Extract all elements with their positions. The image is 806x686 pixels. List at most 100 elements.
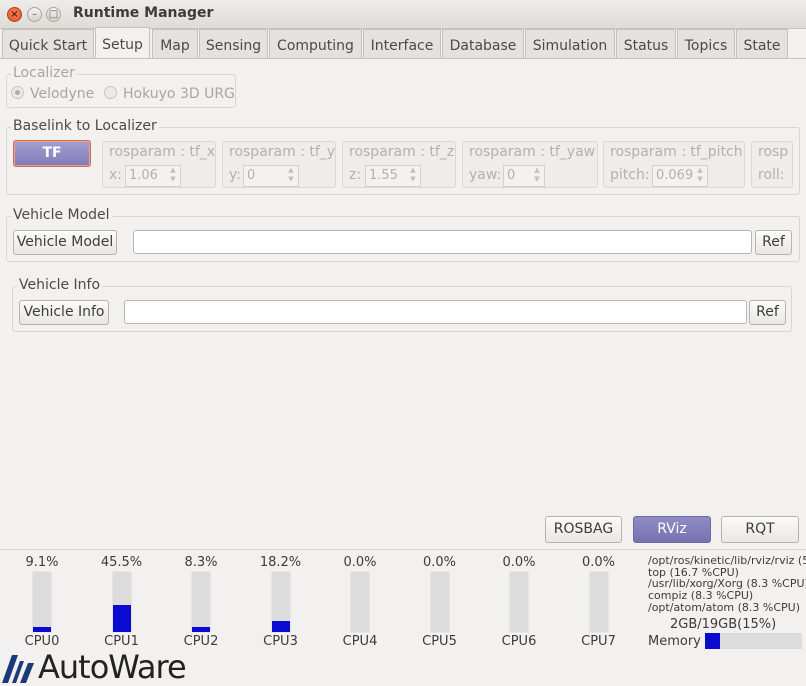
cpu-label: CPU4 <box>342 634 378 649</box>
tab-state[interactable]: State <box>736 29 788 59</box>
cpu-bar <box>509 571 529 633</box>
tf-x-spin[interactable]: 1.06 ▲ ▼ <box>125 165 181 187</box>
vehicle-info-button[interactable]: Vehicle Info <box>19 300 109 325</box>
cpu-label: CPU1 <box>104 634 139 649</box>
radio-hokuyo-label: Hokuyo 3D URG <box>123 86 235 102</box>
cpu-percent: 45.5% <box>100 555 143 570</box>
tf-pitch-sub: pitch: <box>610 167 650 183</box>
spin-arrows-icon[interactable]: ▲ ▼ <box>693 166 707 186</box>
vehicle-model-button[interactable]: Vehicle Model <box>13 230 117 255</box>
cpu-label: CPU3 <box>263 634 298 649</box>
tf-y-spin[interactable]: 0 ▲ ▼ <box>243 165 299 187</box>
memory-label: Memory <box>648 634 701 649</box>
tab-topics[interactable]: Topics <box>677 29 735 59</box>
cpu-bar <box>32 571 52 633</box>
cpu-percent: 18.2% <box>259 555 302 570</box>
tf-pitch-label: rosparam : tf_pitch <box>610 144 743 160</box>
tf-yaw-sub: yaw: <box>469 167 502 183</box>
close-window-button[interactable]: × <box>7 7 22 22</box>
rviz-button[interactable]: RViz <box>633 516 711 543</box>
tab-computing[interactable]: Computing <box>269 29 362 59</box>
cpu-percent: 0.0% <box>502 555 536 570</box>
tab-simulation[interactable]: Simulation <box>525 29 615 59</box>
rosbag-button[interactable]: ROSBAG <box>545 516 622 543</box>
cpu-bar <box>350 571 370 633</box>
cpu-label: CPU7 <box>581 634 616 649</box>
spin-arrows-icon[interactable]: ▲ ▼ <box>406 166 420 186</box>
tf-x-value: 1.06 <box>129 168 158 183</box>
radio-hokuyo[interactable]: Hokuyo 3D URG <box>104 86 235 102</box>
tf-pitch-spin[interactable]: 0.069 ▲ ▼ <box>652 165 708 187</box>
baselink-title: Baselink to Localizer <box>11 118 159 134</box>
tab-interface[interactable]: Interface <box>363 29 441 59</box>
radio-unselected-indicator <box>104 86 117 99</box>
cpu-bar-fill <box>33 627 51 632</box>
tab-panel-border <box>0 58 806 59</box>
tf-z-spin[interactable]: 1.55 ▲ ▼ <box>365 165 421 187</box>
autoware-logo-icon <box>2 655 34 683</box>
memory-summary: 2GB/19GB(15%) <box>670 617 777 632</box>
tab-status[interactable]: Status <box>616 29 676 59</box>
maximize-window-button[interactable]: □ <box>46 7 61 22</box>
radio-velodyne-label: Velodyne <box>30 86 95 102</box>
vehicle-info-path-input[interactable] <box>124 300 747 324</box>
tf-z-sub: z: <box>349 167 362 183</box>
tf-y-value: 0 <box>247 168 256 183</box>
tab-quick-start[interactable]: Quick Start <box>2 29 94 59</box>
radio-selected-indicator <box>11 86 24 99</box>
cpu-percent: 0.0% <box>422 555 457 570</box>
tf-yaw-label: rosparam : tf_yaw <box>469 144 596 160</box>
memory-bar-fill <box>705 633 720 649</box>
cpu-percent: 9.1% <box>25 555 59 570</box>
vehicle-info-ref-button[interactable]: Ref <box>749 300 786 325</box>
vehicle-info-title: Vehicle Info <box>17 277 103 293</box>
tf-x-param: rosparam : tf_x x: 1.06 ▲ ▼ <box>102 141 216 188</box>
cpu-bar <box>429 571 450 633</box>
tab-database[interactable]: Database <box>442 29 524 59</box>
tf-yaw-value: 0 <box>507 168 516 183</box>
spin-arrows-icon[interactable]: ▲ ▼ <box>166 166 180 186</box>
spin-arrows-icon[interactable]: ▲ ▼ <box>530 166 544 186</box>
tab-setup[interactable]: Setup <box>95 27 150 59</box>
rqt-button[interactable]: RQT <box>721 516 799 543</box>
tf-z-value: 1.55 <box>369 168 398 183</box>
vehicle-model-ref-button[interactable]: Ref <box>755 230 792 255</box>
cpu-label: CPU6 <box>501 634 537 649</box>
radio-velodyne[interactable]: Velodyne <box>11 86 94 102</box>
cpu-bar <box>588 571 609 633</box>
tf-pitch-value: 0.069 <box>656 168 694 183</box>
cpu-bar-fill <box>271 621 290 632</box>
tf-button[interactable]: TF <box>13 140 91 167</box>
tf-yaw-spin[interactable]: 0 ▲ ▼ <box>503 165 545 187</box>
cpu-label: CPU0 <box>24 634 60 649</box>
cpu-percent: 0.0% <box>343 555 377 570</box>
spin-arrows-icon[interactable]: ▲ ▼ <box>284 166 298 186</box>
minimize-window-button[interactable]: – <box>27 7 42 22</box>
tf-y-label: rosparam : tf_y <box>229 144 336 160</box>
cpu-percent: 8.3% <box>184 555 218 570</box>
tab-sensing[interactable]: Sensing <box>199 29 268 59</box>
tf-yaw-param: rosparam : tf_yaw yaw: 0 ▲ ▼ <box>462 141 598 188</box>
tab-bar: Quick Start Setup Map Sensing Computing … <box>0 27 806 59</box>
tf-pitch-param: rosparam : tf_pitch pitch: 0.069 ▲ ▼ <box>603 141 745 188</box>
vehicle-model-path-input[interactable] <box>133 230 752 254</box>
tf-roll-param: rosp roll: <box>751 141 793 188</box>
tf-x-sub: x: <box>109 167 123 183</box>
title-bar: × – □ Runtime Manager <box>0 0 806 29</box>
cpu-label: CPU5 <box>422 634 457 649</box>
autoware-logo-text: AutoWare <box>38 648 187 686</box>
tf-roll-label: rosp <box>758 144 789 160</box>
cpu-bar-fill <box>192 627 210 632</box>
tf-z-param: rosparam : tf_z z: 1.55 ▲ ▼ <box>342 141 456 188</box>
process-item: /opt/atom/atom (8.3 %CPU) <box>648 601 801 614</box>
window-title: Runtime Manager <box>73 5 214 21</box>
memory-bar <box>705 633 802 649</box>
tf-x-label: rosparam : tf_x <box>109 144 216 160</box>
cpu-bar <box>111 571 132 633</box>
cpu-bar <box>270 571 291 633</box>
cpu-bar-fill <box>112 605 131 632</box>
cpu-percent: 0.0% <box>581 555 616 570</box>
tf-z-label: rosparam : tf_z <box>349 144 455 160</box>
tab-map[interactable]: Map <box>152 29 198 59</box>
tf-roll-sub: roll: <box>758 167 785 183</box>
